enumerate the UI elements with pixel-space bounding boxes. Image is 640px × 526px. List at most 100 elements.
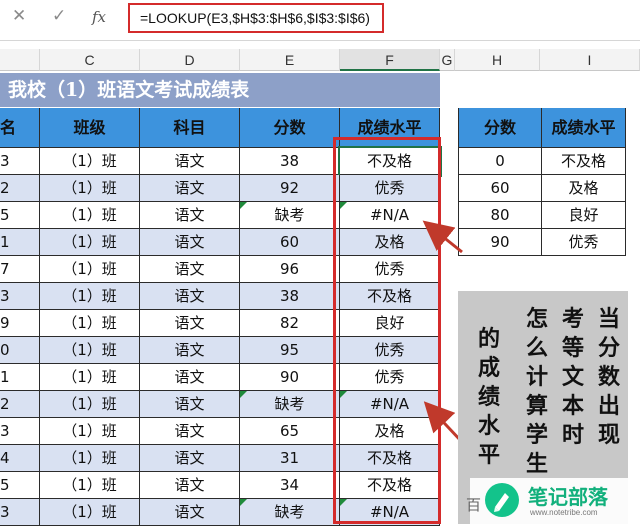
cell-level[interactable]: 及格 xyxy=(340,418,440,445)
cell-subject[interactable]: 语文 xyxy=(140,499,240,526)
cell-name[interactable]: 0 xyxy=(0,337,40,364)
cell-class[interactable]: （1）班 xyxy=(40,445,140,472)
cell-name[interactable]: 4 xyxy=(0,445,40,472)
cell-class[interactable]: （1）班 xyxy=(40,472,140,499)
lookup-cell-level[interactable]: 优秀 xyxy=(542,229,626,256)
cell-class[interactable]: （1）班 xyxy=(40,337,140,364)
cell-level[interactable]: #N/A xyxy=(340,391,440,418)
cell-level[interactable]: 不及格 xyxy=(340,283,440,310)
cell-class[interactable]: （1）班 xyxy=(40,391,140,418)
cell-class[interactable]: （1）班 xyxy=(40,310,140,337)
cell-subject[interactable]: 语文 xyxy=(140,283,240,310)
cell-subject[interactable]: 语文 xyxy=(140,364,240,391)
cell-name[interactable]: 3 xyxy=(0,148,40,175)
lookup-header-level: 成绩水平 xyxy=(542,108,626,148)
cell-level[interactable]: 优秀 xyxy=(340,337,440,364)
lookup-cell-level[interactable]: 良好 xyxy=(542,202,626,229)
cell-level[interactable]: 优秀 xyxy=(340,364,440,391)
cell-score[interactable]: 65 xyxy=(240,418,340,445)
insert-function-icon[interactable]: fx xyxy=(92,8,106,26)
callout-column-3: 怎么计算学生 xyxy=(526,307,549,477)
cell-subject[interactable]: 语文 xyxy=(140,337,240,364)
cell-subject[interactable]: 语文 xyxy=(140,418,240,445)
cell-score[interactable]: 缺考 xyxy=(240,391,340,418)
cell-score[interactable]: 34 xyxy=(240,472,340,499)
cell-name[interactable]: 3 xyxy=(0,499,40,526)
cell-subject[interactable]: 语文 xyxy=(140,310,240,337)
cell-name[interactable]: 1 xyxy=(0,364,40,391)
cell-score[interactable]: 92 xyxy=(240,175,340,202)
cell-subject[interactable]: 语文 xyxy=(140,391,240,418)
header-level: 成绩水平 xyxy=(340,108,440,148)
cell-class[interactable]: （1）班 xyxy=(40,148,140,175)
column-header-F[interactable]: F xyxy=(340,49,440,71)
cell-name[interactable]: 5 xyxy=(0,202,40,229)
cell-level[interactable]: #N/A xyxy=(340,202,440,229)
cell-name[interactable]: 2 xyxy=(0,391,40,418)
cell-level[interactable]: 不及格 xyxy=(340,445,440,472)
cell-class[interactable]: （1）班 xyxy=(40,229,140,256)
cell-subject[interactable]: 语文 xyxy=(140,472,240,499)
header-name: 名 xyxy=(0,108,40,148)
column-header-E[interactable]: E xyxy=(240,49,340,71)
cell-level[interactable]: #N/A xyxy=(340,499,440,526)
header-score: 分数 xyxy=(240,108,340,148)
cell-class[interactable]: （1）班 xyxy=(40,364,140,391)
cell-subject[interactable]: 语文 xyxy=(140,175,240,202)
cell-class[interactable]: （1）班 xyxy=(40,202,140,229)
cell-class[interactable]: （1）班 xyxy=(40,499,140,526)
cell-subject[interactable]: 语文 xyxy=(140,148,240,175)
lookup-cell-score[interactable]: 60 xyxy=(458,175,542,202)
sheet-title: 我校（1）班语文考试成绩表 xyxy=(0,73,440,107)
cell-score[interactable]: 31 xyxy=(240,445,340,472)
cell-score[interactable]: 82 xyxy=(240,310,340,337)
lookup-cell-score[interactable]: 80 xyxy=(458,202,542,229)
cell-level[interactable]: 不及格 xyxy=(340,472,440,499)
column-header-G[interactable]: G xyxy=(440,49,455,71)
cell-score[interactable]: 38 xyxy=(240,283,340,310)
cell-level[interactable]: 不及格 xyxy=(338,146,442,177)
cell-name[interactable]: 1 xyxy=(0,229,40,256)
cell-name[interactable]: 3 xyxy=(0,283,40,310)
callout-column-4: 的成绩水平 xyxy=(478,327,501,468)
cell-score[interactable]: 95 xyxy=(240,337,340,364)
lookup-header-score: 分数 xyxy=(458,108,542,148)
cell-score[interactable]: 缺考 xyxy=(240,202,340,229)
column-header-H[interactable]: H xyxy=(455,49,540,71)
cell-level[interactable]: 良好 xyxy=(340,310,440,337)
cell-name[interactable]: 7 xyxy=(0,256,40,283)
cell-class[interactable]: （1）班 xyxy=(40,283,140,310)
callout-column-2: 考等文本时 xyxy=(562,307,585,448)
cell-name[interactable]: 2 xyxy=(0,175,40,202)
column-header-D[interactable]: D xyxy=(140,49,240,71)
watermark: 百 笔记部落 www.notetribe.com xyxy=(466,478,640,524)
header-subject: 科目 xyxy=(140,108,240,148)
cell-level[interactable]: 及格 xyxy=(340,229,440,256)
cell-name[interactable]: 3 xyxy=(0,418,40,445)
cell-subject[interactable]: 语文 xyxy=(140,202,240,229)
cell-level[interactable]: 优秀 xyxy=(340,256,440,283)
lookup-cell-score[interactable]: 0 xyxy=(458,148,542,175)
cell-class[interactable]: （1）班 xyxy=(40,256,140,283)
cell-subject[interactable]: 语文 xyxy=(140,256,240,283)
cell-name[interactable]: 5 xyxy=(0,472,40,499)
cell-score[interactable]: 缺考 xyxy=(240,499,340,526)
cell-score[interactable]: 38 xyxy=(240,148,340,175)
cell-class[interactable]: （1）班 xyxy=(40,418,140,445)
cell-score[interactable]: 60 xyxy=(240,229,340,256)
lookup-cell-level[interactable]: 及格 xyxy=(542,175,626,202)
cell-class[interactable]: （1）班 xyxy=(40,175,140,202)
cell-subject[interactable]: 语文 xyxy=(140,445,240,472)
cancel-icon[interactable]: ✕ xyxy=(12,6,26,26)
column-header-I[interactable]: I xyxy=(540,49,640,71)
formula-input[interactable]: =LOOKUP(E3,$H$3:$H$6,$I$3:$I$6) xyxy=(128,3,384,33)
cell-score[interactable]: 90 xyxy=(240,364,340,391)
cell-subject[interactable]: 语文 xyxy=(140,229,240,256)
confirm-icon[interactable]: ✓ xyxy=(52,6,66,26)
lookup-cell-score[interactable]: 90 xyxy=(458,229,542,256)
cell-name[interactable]: 9 xyxy=(0,310,40,337)
cell-level[interactable]: 优秀 xyxy=(340,175,440,202)
cell-score[interactable]: 96 xyxy=(240,256,340,283)
column-header-C[interactable]: C xyxy=(40,49,140,71)
lookup-cell-level[interactable]: 不及格 xyxy=(542,148,626,175)
